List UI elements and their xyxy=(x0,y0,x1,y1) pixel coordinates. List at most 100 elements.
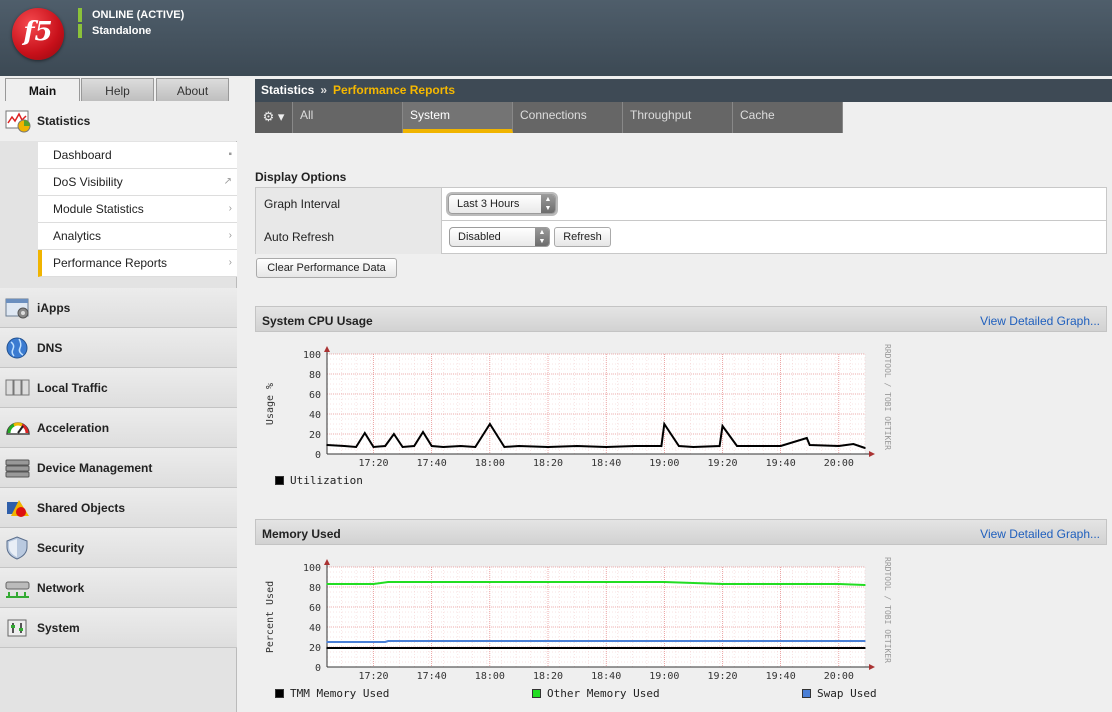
data-point xyxy=(806,437,808,439)
data-point xyxy=(721,425,724,427)
submenu-module-statistics[interactable]: Module Statistics › xyxy=(38,196,237,223)
clear-performance-data-button[interactable]: Clear Performance Data xyxy=(256,258,397,278)
shared-objects-icon xyxy=(7,500,29,517)
x-axis-arrow xyxy=(869,664,875,670)
data-point xyxy=(393,433,395,435)
data-point xyxy=(634,445,637,447)
nav-security[interactable]: Security xyxy=(0,528,237,568)
submenu-dos-visibility[interactable]: DoS Visibility ↗ xyxy=(38,169,237,196)
data-point xyxy=(605,446,607,448)
x-axis-arrow xyxy=(869,451,875,457)
system-icon xyxy=(7,619,27,637)
tab-system[interactable]: System xyxy=(403,102,513,133)
series-line xyxy=(327,640,865,643)
x-tick-label: 17:40 xyxy=(417,671,447,681)
device-mode: Standalone xyxy=(78,24,151,38)
tab-about[interactable]: About xyxy=(156,78,229,102)
data-point xyxy=(663,581,666,583)
x-tick-label: 19:00 xyxy=(649,671,679,681)
data-point xyxy=(692,582,695,584)
data-point xyxy=(838,583,840,585)
legend-swap: Swap Used xyxy=(817,687,877,700)
legend-swatch xyxy=(275,689,284,698)
y-tick-label: 100 xyxy=(303,350,321,361)
memory-legend-tmm: TMM Memory Used xyxy=(275,687,389,700)
memory-detailed-graph-link[interactable]: View Detailed Graph... xyxy=(980,527,1100,541)
x-tick-label: 17:20 xyxy=(358,458,388,468)
data-point xyxy=(692,446,695,448)
submenu-analytics-label: Analytics xyxy=(53,229,102,243)
device-status: ONLINE (ACTIVE) xyxy=(78,8,184,22)
tab-cache[interactable]: Cache xyxy=(733,102,843,133)
report-tabs: ⚙ ▾ All System Connections Throughput Ca… xyxy=(255,102,1112,133)
memory-panel-header: Memory Used View Detailed Graph... xyxy=(255,519,1107,545)
nav-device-management[interactable]: Device Management xyxy=(0,448,237,488)
gear-menu-button[interactable]: ⚙ ▾ xyxy=(255,102,293,133)
cpu-legend: Utilization xyxy=(275,474,363,487)
x-tick-label: 19:40 xyxy=(766,458,796,468)
data-point xyxy=(372,446,375,448)
nav-local-traffic-label: Local Traffic xyxy=(37,381,108,395)
data-point xyxy=(326,583,328,585)
cpu-chart: 100 80 60 40 20 0 17:20 17:40 18:00 18:20 18:40 19:… xyxy=(255,338,895,471)
tab-main[interactable]: Main xyxy=(5,78,80,102)
graph-interval-select[interactable]: Last 3 Hours ▲ ▼ xyxy=(448,194,556,214)
submenu-dashboard[interactable]: Dashboard ▪ xyxy=(38,142,237,169)
tab-connections[interactable]: Connections xyxy=(513,102,623,133)
data-point xyxy=(547,446,549,448)
x-tick-label: 19:20 xyxy=(707,671,737,681)
data-point xyxy=(401,446,404,448)
data-point xyxy=(718,445,721,447)
nav-security-label: Security xyxy=(37,541,85,555)
memory-panel-title: Memory Used xyxy=(262,527,341,541)
auto-refresh-select[interactable]: Disabled ▲ ▼ xyxy=(449,227,550,247)
nav-iapps[interactable]: iApps xyxy=(0,288,237,328)
auto-refresh-label: Auto Refresh xyxy=(256,221,442,254)
data-point xyxy=(364,432,366,434)
data-point xyxy=(721,583,724,585)
nav-network[interactable]: Network xyxy=(0,568,237,608)
globe-icon xyxy=(6,337,28,359)
data-point xyxy=(779,445,782,447)
chevron-right-icon: › xyxy=(228,230,232,241)
tab-help[interactable]: Help xyxy=(81,78,154,102)
breadcrumb-current: Performance Reports xyxy=(333,83,456,97)
submenu-analytics[interactable]: Analytics › xyxy=(38,223,237,250)
plot-area xyxy=(327,354,865,454)
data-point xyxy=(459,445,462,447)
data-point xyxy=(864,447,866,449)
display-options-table: Graph Interval Last 3 Hours ▲ ▼ Auto Refr… xyxy=(255,187,1107,254)
nav-acceleration[interactable]: Acceleration xyxy=(0,408,237,448)
submenu-performance-reports-label: Performance Reports xyxy=(53,256,168,270)
chevron-right-icon: › xyxy=(228,257,232,268)
legend-other: Other Memory Used xyxy=(547,687,660,700)
data-point xyxy=(387,581,389,583)
chevron-right-icon: › xyxy=(228,203,232,214)
rrdtool-watermark: RRDTOOL / TOBI OETIKER xyxy=(883,344,892,450)
y-tick-label: 20 xyxy=(309,430,321,441)
server-icon xyxy=(5,459,30,478)
nav-statistics[interactable]: Statistics xyxy=(0,101,237,141)
y-tick-label: 60 xyxy=(309,603,321,614)
data-point xyxy=(660,445,663,447)
nav-system[interactable]: System xyxy=(0,608,237,648)
auto-refresh-row: Auto Refresh Disabled ▲ ▼ Refresh xyxy=(256,221,1106,254)
memory-legend-other: Other Memory Used xyxy=(532,687,660,700)
f5-logo[interactable]: f5 xyxy=(12,8,64,60)
data-point xyxy=(326,647,328,649)
breadcrumb-root[interactable]: Statistics xyxy=(261,83,314,97)
cpu-chart-svg: 100 80 60 40 20 0 17:20 17:40 18:00 18:20 18:40 19:… xyxy=(265,344,892,469)
tab-throughput[interactable]: Throughput xyxy=(623,102,733,133)
data-point xyxy=(576,445,578,447)
graph-interval-label: Graph Interval xyxy=(256,188,442,221)
tab-all[interactable]: All xyxy=(293,102,403,133)
refresh-button[interactable]: Refresh xyxy=(554,227,611,247)
submenu-performance-reports[interactable]: Performance Reports › xyxy=(38,250,237,277)
submenu-module-statistics-label: Module Statistics xyxy=(53,202,144,216)
data-point xyxy=(808,444,811,446)
cpu-detailed-graph-link[interactable]: View Detailed Graph... xyxy=(980,314,1100,328)
nav-network-label: Network xyxy=(37,581,85,595)
nav-shared-objects[interactable]: Shared Objects xyxy=(0,488,237,528)
nav-dns[interactable]: DNS xyxy=(0,328,237,368)
nav-local-traffic[interactable]: Local Traffic xyxy=(0,368,237,408)
